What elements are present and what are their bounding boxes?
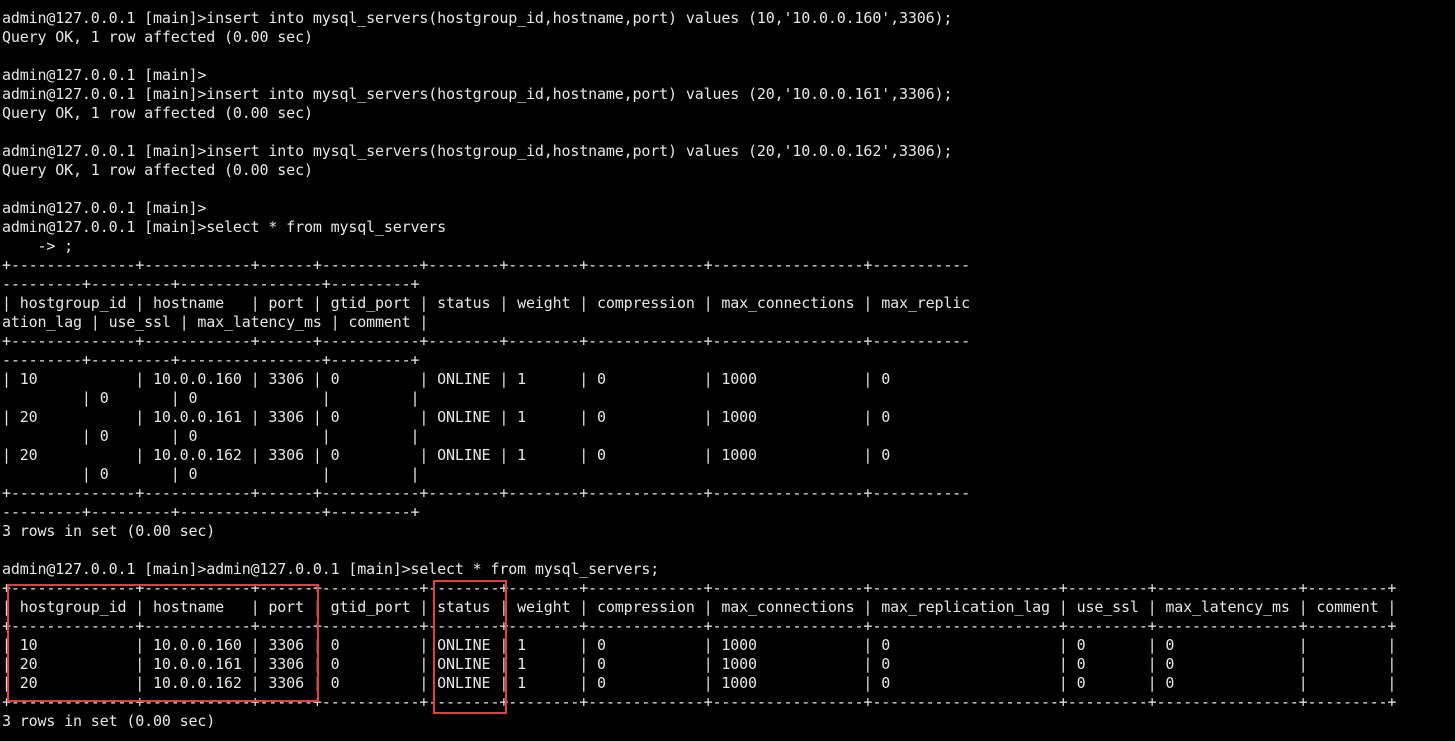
table-row-line: | 20 | 10.0.0.161 | 3306 | 0 | ONLINE | …	[2, 408, 891, 426]
table-row-line: | 0 | 0 | |	[2, 427, 420, 445]
table-border-line: +--------------+------------+------+----…	[2, 484, 971, 502]
table-row-line: | 10 | 10.0.0.160 | 3306 | 0 | ONLINE | …	[2, 370, 891, 388]
table-row-line: | 0 | 0 | |	[2, 465, 420, 483]
terminal-line: admin@127.0.0.1 [main]>insert into mysql…	[2, 85, 953, 103]
terminal-line: Query OK, 1 row affected (0.00 sec)	[2, 28, 313, 46]
terminal-line: Query OK, 1 row affected (0.00 sec)	[2, 104, 313, 122]
terminal-line: 3 rows in set (0.00 sec)	[2, 522, 216, 540]
terminal-line: -> ;	[2, 237, 74, 255]
table-border-line: +--------------+------------+------+----…	[2, 579, 1397, 597]
table-row-line: | 0 | 0 | |	[2, 389, 420, 407]
terminal-line: admin@127.0.0.1 [main]>	[2, 199, 207, 217]
table-row-line: | 20 | 10.0.0.161 | 3306 | 0 | ONLINE | …	[2, 655, 1397, 673]
table-border-line: +--------------+------------+------+----…	[2, 617, 1397, 635]
terminal-line: admin@127.0.0.1 [main]>insert into mysql…	[2, 142, 953, 160]
table-border-line: +--------------+------------+------+----…	[2, 256, 971, 274]
table-border-line: +--------------+------------+------+----…	[2, 693, 1397, 711]
table-header-line: | hostgroup_id | hostname | port | gtid_…	[2, 598, 1397, 616]
table-border-line: ---------+---------+----------------+---…	[2, 275, 420, 293]
terminal-line: 3 rows in set (0.00 sec)	[2, 712, 216, 730]
terminal-line: admin@127.0.0.1 [main]>insert into mysql…	[2, 9, 953, 27]
terminal-line: admin@127.0.0.1 [main]>select * from mys…	[2, 218, 447, 236]
table-row-line: | 20 | 10.0.0.162 | 3306 | 0 | ONLINE | …	[2, 446, 891, 464]
terminal-line: admin@127.0.0.1 [main]>admin@127.0.0.1 […	[2, 560, 660, 578]
table-border-line: ---------+---------+----------------+---…	[2, 503, 420, 521]
terminal-line: Query OK, 1 row affected (0.00 sec)	[2, 161, 313, 179]
table-header-line: | hostgroup_id | hostname | port | gtid_…	[2, 294, 971, 312]
table-border-line: +--------------+------------+------+----…	[2, 332, 971, 350]
terminal-output[interactable]: admin@127.0.0.1 [main]>insert into mysql…	[2, 9, 1396, 731]
table-border-line: ---------+---------+----------------+---…	[2, 351, 420, 369]
table-row-line: | 20 | 10.0.0.162 | 3306 | 0 | ONLINE | …	[2, 674, 1397, 692]
table-header-line: ation_lag | use_ssl | max_latency_ms | c…	[2, 313, 429, 331]
terminal-line: admin@127.0.0.1 [main]>	[2, 66, 207, 84]
table-row-line: | 10 | 10.0.0.160 | 3306 | 0 | ONLINE | …	[2, 636, 1397, 654]
